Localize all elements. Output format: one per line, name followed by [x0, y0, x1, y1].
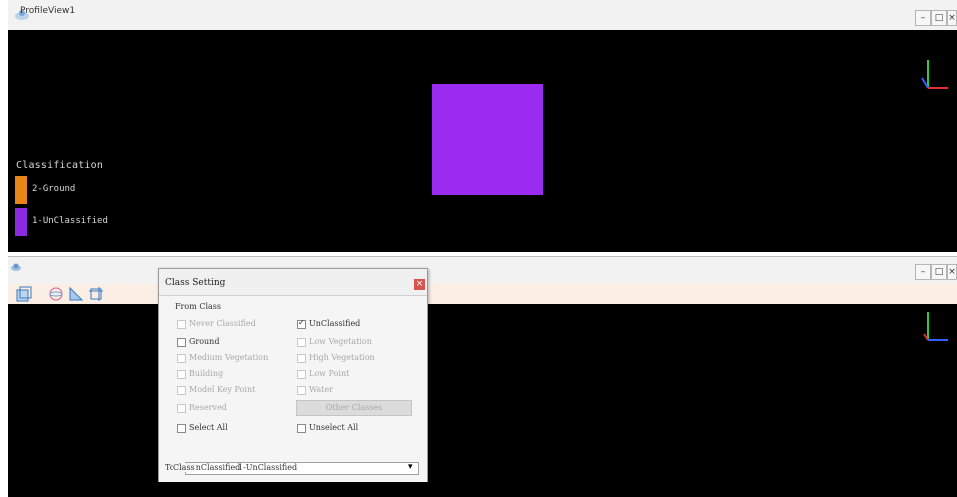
low-vegetation-label: Low Vegetation [309, 337, 372, 346]
legend-title: Classification [16, 160, 104, 171]
axis-gizmo-icon [921, 60, 948, 89]
chevron-down-icon[interactable]: ▾ [408, 462, 413, 472]
other-classes-button[interactable]: Other Classes [296, 400, 412, 416]
to-class-select-value: UnClassified [189, 463, 241, 472]
high-vegetation-label: High Vegetation [309, 353, 375, 362]
dialog-title: Class Setting [165, 278, 226, 288]
unclassified-checkbox[interactable] [297, 318, 306, 329]
top-maximize-button[interactable]: □ [931, 10, 947, 26]
low-point-checkbox[interactable] [297, 370, 306, 379]
profile-close-button[interactable]: × [947, 264, 957, 280]
model-key-point-checkbox[interactable] [177, 386, 186, 395]
select-all-checkbox[interactable] [177, 424, 186, 433]
reserved-checkbox[interactable] [177, 404, 186, 413]
water-label: Water [309, 385, 334, 394]
low-vegetation-checkbox[interactable] [297, 338, 306, 347]
never-classified-checkbox[interactable] [177, 320, 186, 329]
dialog-close-button[interactable]: × [414, 279, 425, 290]
building-checkbox[interactable] [177, 370, 186, 379]
profile-app-icon [11, 263, 21, 271]
to-class-select[interactable]: UnClassified 1-UnClassified ▾ [185, 462, 419, 475]
legend-label-ground: 2-Ground [32, 184, 76, 194]
from-class-label: From Class [175, 302, 221, 311]
ground-checkbox[interactable] [177, 338, 186, 347]
top-close-button[interactable]: × [947, 10, 957, 26]
sphere-icon[interactable] [48, 286, 64, 302]
to-class-select-full: 1-UnClassified [238, 463, 298, 472]
class-setting-dialog: Class Setting × From Class Never Classif… [158, 268, 428, 482]
top-minimize-button[interactable]: – [915, 10, 931, 26]
select-all-label: Select All [189, 423, 228, 432]
profile-maximize-button[interactable]: □ [931, 264, 947, 280]
reserved-label: Reserved [189, 403, 227, 412]
medium-vegetation-checkbox[interactable] [177, 354, 186, 363]
profile-toolbar [8, 284, 957, 304]
model-key-point-label: Model Key Point [189, 385, 256, 394]
legend-swatch-ground [15, 176, 27, 204]
ground-label: Ground [189, 337, 220, 346]
unclassified-points [432, 84, 543, 195]
legend-swatch-unclassified [15, 208, 27, 236]
profile-axis-gizmo-icon [923, 312, 948, 341]
low-point-label: Low Point [309, 369, 350, 378]
point-cloud-view[interactable]: Classification 2-Ground 1-UnClassified [8, 30, 957, 252]
measure-icon[interactable] [68, 286, 84, 302]
profile-window-title: ProfileView1 [20, 6, 76, 16]
medium-vegetation-label: Medium Vegetation [189, 353, 269, 362]
profile-view[interactable] [8, 304, 957, 497]
unselect-all-label: Unselect All [309, 423, 359, 432]
unselect-all-checkbox[interactable] [297, 424, 306, 433]
building-label: Building [189, 369, 224, 378]
dialog-body: From Class Never Classified Ground Mediu… [159, 295, 427, 482]
high-vegetation-checkbox[interactable] [297, 354, 306, 363]
top-window-titlebar [8, 0, 957, 31]
crop-icon[interactable] [88, 286, 104, 302]
profile-window-titlebar [8, 256, 957, 285]
legend-label-unclassified: 1-UnClassified [32, 216, 108, 226]
water-checkbox[interactable] [297, 386, 306, 395]
profile-minimize-button[interactable]: – [915, 264, 931, 280]
box-select-icon[interactable] [16, 286, 32, 302]
never-classified-label: Never Classified [189, 319, 256, 328]
unclassified-label: UnClassified [309, 319, 361, 328]
class-label: Class [173, 463, 195, 472]
